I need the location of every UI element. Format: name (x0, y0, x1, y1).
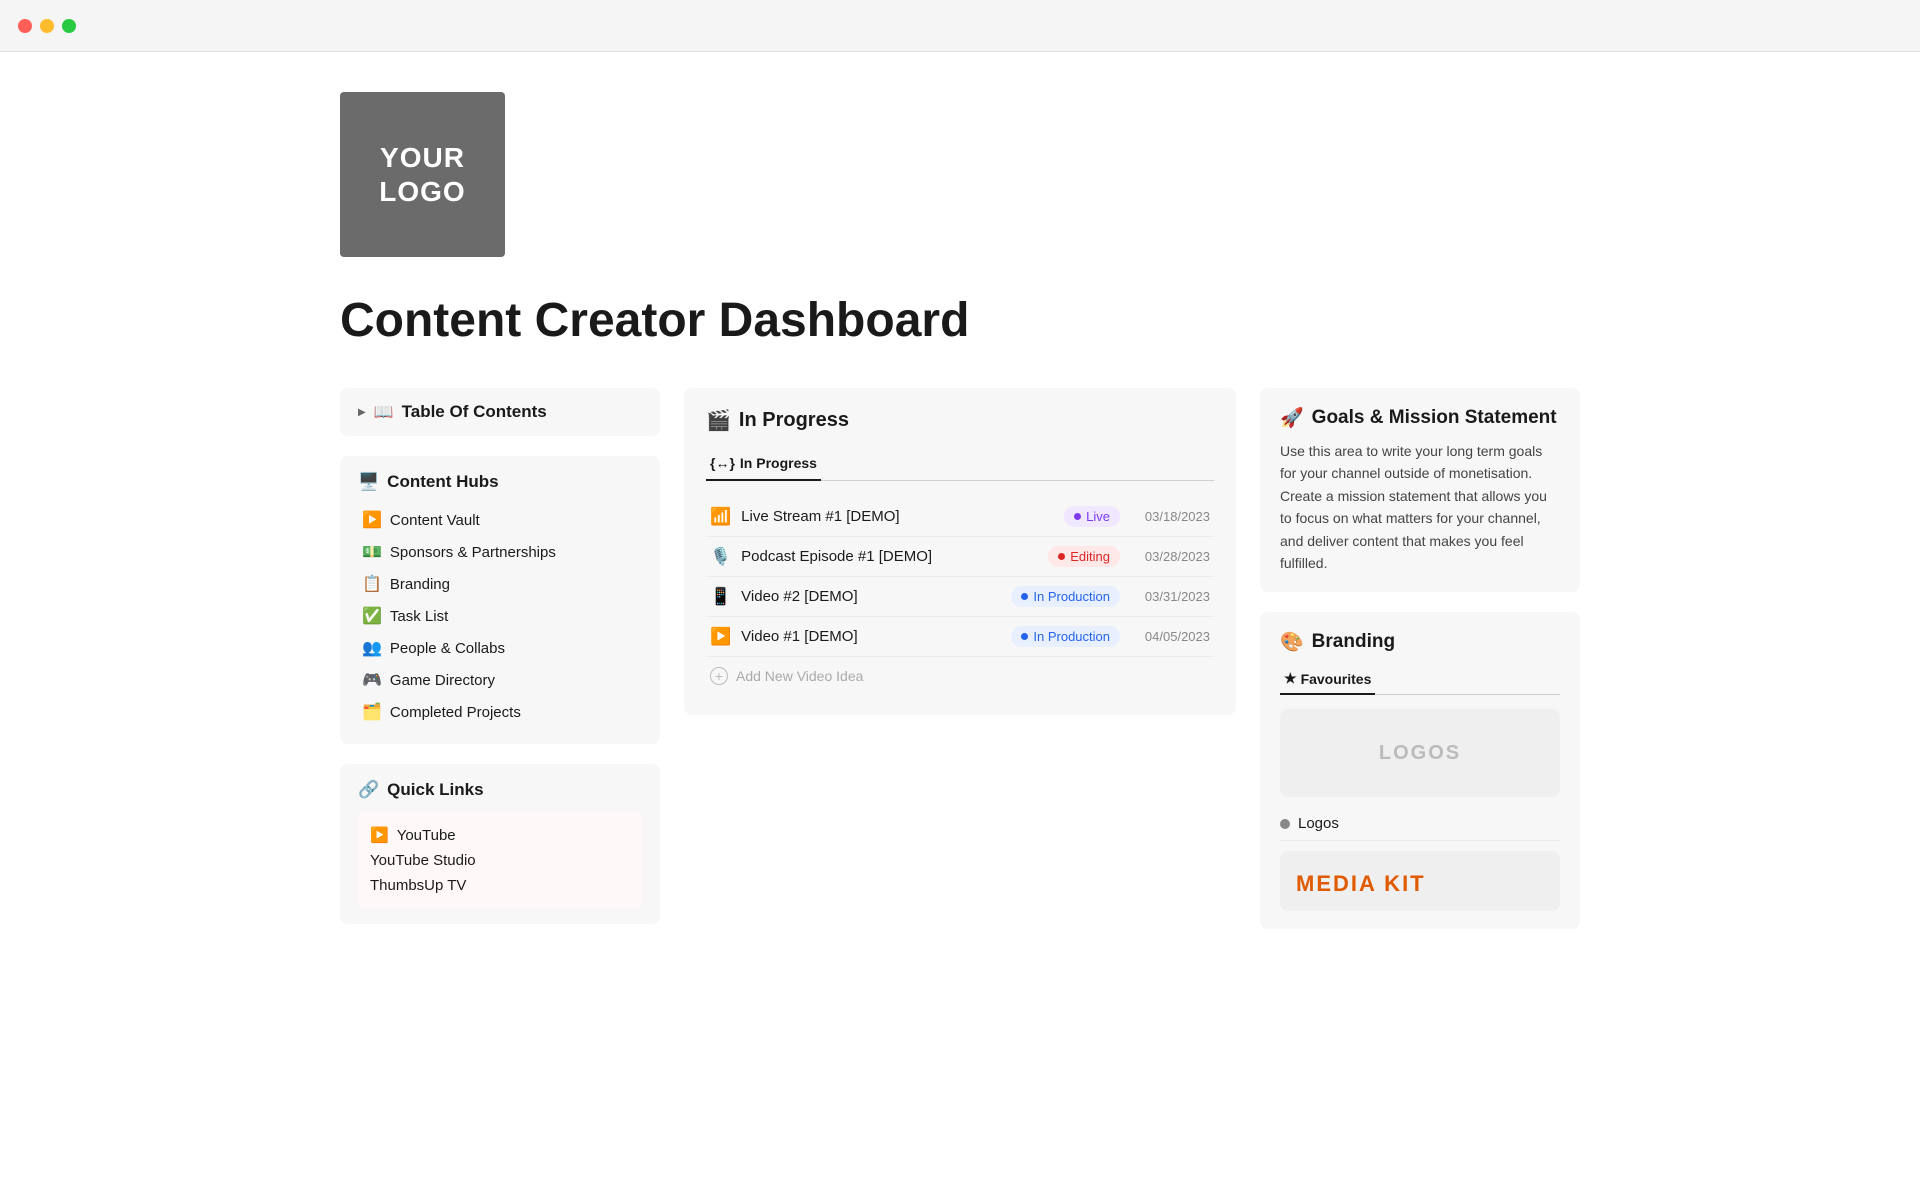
nav-people-collabs[interactable]: 👥 People & Collabs (358, 632, 642, 664)
left-column: ▶ 📖 Table Of Contents 🖥️ Content Hubs ▶️… (340, 388, 660, 944)
status-dot (1021, 633, 1028, 640)
status-dot (1058, 553, 1065, 560)
people-icon: 👥 (362, 638, 382, 658)
status-badge: Live (1064, 506, 1120, 527)
minimize-button[interactable] (40, 19, 54, 33)
in-progress-icon: 🎬 (706, 408, 731, 433)
star-icon: ★ (1284, 670, 1297, 687)
content-hubs-icon: 🖥️ (358, 472, 379, 492)
youtube-icon: ▶️ (370, 826, 389, 844)
branding-card: 🎨 Branding ★ Favourites LOGOS Logos (1260, 612, 1580, 929)
branding-title: 🎨 Branding (1280, 630, 1560, 654)
window-bar (0, 0, 1920, 52)
goals-text: Use this area to write your long term go… (1280, 440, 1560, 574)
page-title: Content Creator Dashboard (340, 293, 1580, 348)
toc-label: Table Of Contents (402, 402, 547, 422)
logo-box: YOUR LOGO (340, 92, 505, 257)
completed-icon: 🗂️ (362, 702, 382, 722)
podcast-icon: 🎙️ (710, 547, 731, 567)
status-badge: In Production (1011, 626, 1120, 647)
main-grid: ▶ 📖 Table Of Contents 🖥️ Content Hubs ▶️… (340, 388, 1580, 944)
game-icon: 🎮 (362, 670, 382, 690)
maximize-button[interactable] (62, 19, 76, 33)
content-hubs-section: 🖥️ Content Hubs ▶️ Content Vault 💵 Spons… (340, 456, 660, 744)
toc-arrow-icon: ▶ (358, 407, 366, 418)
logos-placeholder: LOGOS (1280, 709, 1560, 797)
nav-content-vault[interactable]: ▶️ Content Vault (358, 504, 642, 536)
tab-sync-icon: {↔} (710, 455, 735, 471)
middle-column: 🎬 In Progress {↔} In Progress 📶 Live Str… (684, 388, 1236, 715)
link-thumbsup-tv[interactable]: ThumbsUp TV (370, 873, 630, 898)
logo-text: YOUR LOGO (379, 141, 465, 208)
tab-favourites[interactable]: ★ Favourites (1280, 664, 1375, 695)
nav-branding[interactable]: 📋 Branding (358, 568, 642, 600)
add-new-row[interactable]: + Add New Video Idea (706, 657, 1214, 695)
video1-icon: ▶️ (710, 627, 731, 647)
nav-completed-projects[interactable]: 🗂️ Completed Projects (358, 696, 642, 728)
goals-title: 🚀 Goals & Mission Statement (1280, 406, 1560, 430)
sponsors-icon: 💵 (362, 542, 382, 562)
table-row[interactable]: 📱 Video #2 [DEMO] In Production 03/31/20… (706, 577, 1214, 617)
goals-card: 🚀 Goals & Mission Statement Use this are… (1260, 388, 1580, 592)
status-badge: In Production (1011, 586, 1120, 607)
nav-game-directory[interactable]: 🎮 Game Directory (358, 664, 642, 696)
add-icon: + (710, 667, 728, 685)
page-content: YOUR LOGO Content Creator Dashboard ▶ 📖 … (260, 52, 1660, 1004)
content-hubs-header: 🖥️ Content Hubs (358, 472, 642, 492)
table-row[interactable]: ▶️ Video #1 [DEMO] In Production 04/05/2… (706, 617, 1214, 657)
logos-row[interactable]: Logos (1280, 807, 1560, 841)
close-button[interactable] (18, 19, 32, 33)
content-vault-icon: ▶️ (362, 510, 382, 530)
table-row[interactable]: 🎙️ Podcast Episode #1 [DEMO] Editing 03/… (706, 537, 1214, 577)
in-progress-tab-bar: {↔} In Progress (706, 447, 1214, 481)
link-youtube[interactable]: ▶️ YouTube (370, 822, 630, 848)
quick-links-inner: ▶️ YouTube YouTube Studio ThumbsUp TV (358, 812, 642, 908)
status-dot (1074, 513, 1081, 520)
table-row[interactable]: 📶 Live Stream #1 [DEMO] Live 03/18/2023 (706, 497, 1214, 537)
media-kit-card[interactable]: MEDIA KIT (1280, 851, 1560, 911)
in-progress-title: 🎬 In Progress (706, 408, 1214, 433)
nav-task-list[interactable]: ✅ Task List (358, 600, 642, 632)
logos-placeholder-text: LOGOS (1379, 742, 1461, 765)
task-list-icon: ✅ (362, 606, 382, 626)
quick-links-header: 🔗 Quick Links (358, 780, 642, 800)
nav-sponsors[interactable]: 💵 Sponsors & Partnerships (358, 536, 642, 568)
livestream-icon: 📶 (710, 507, 731, 527)
tab-in-progress[interactable]: {↔} In Progress (706, 447, 821, 481)
branding-icon: 📋 (362, 574, 382, 594)
quick-links-icon: 🔗 (358, 780, 379, 800)
media-kit-text: MEDIA KIT (1296, 871, 1426, 897)
branding-emoji-icon: 🎨 (1280, 630, 1304, 654)
toc-book-icon: 📖 (374, 402, 394, 422)
branding-tab-bar: ★ Favourites (1280, 664, 1560, 695)
link-youtube-studio[interactable]: YouTube Studio (370, 848, 630, 873)
in-progress-card: 🎬 In Progress {↔} In Progress 📶 Live Str… (684, 388, 1236, 715)
right-column: 🚀 Goals & Mission Statement Use this are… (1260, 388, 1580, 929)
status-badge: Editing (1048, 546, 1120, 567)
logos-dot-icon (1280, 819, 1290, 829)
toc-section[interactable]: ▶ 📖 Table Of Contents (340, 388, 660, 436)
quick-links-section: 🔗 Quick Links ▶️ YouTube YouTube Studio … (340, 764, 660, 924)
video2-icon: 📱 (710, 587, 731, 607)
status-dot (1021, 593, 1028, 600)
goals-icon: 🚀 (1280, 406, 1304, 430)
